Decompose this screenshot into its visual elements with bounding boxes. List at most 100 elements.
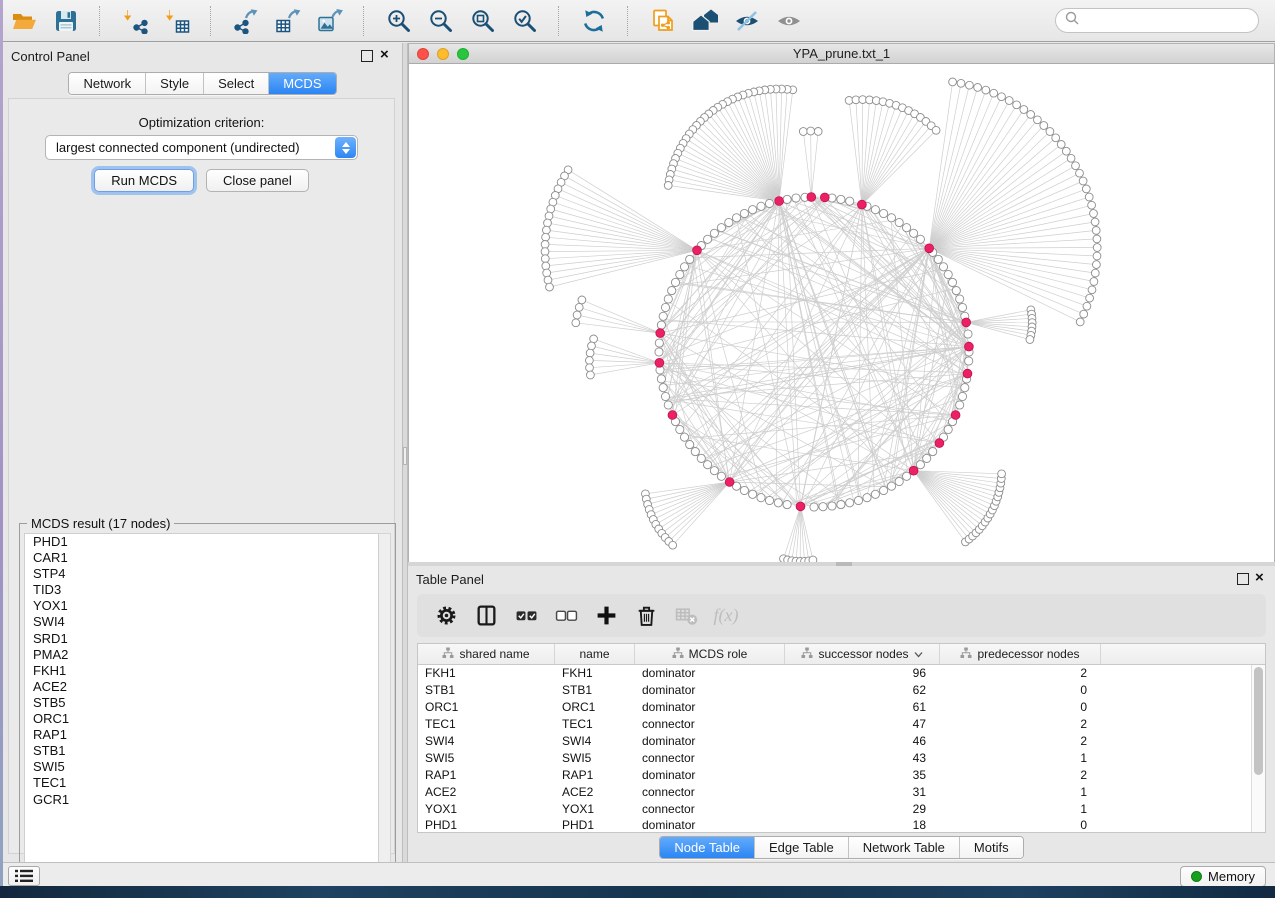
mcds-result-item[interactable]: TEC1 (25, 775, 379, 791)
table-row[interactable]: SWI4SWI4dominator462 (418, 733, 1265, 750)
zoom-fit-icon[interactable] (469, 7, 496, 34)
mcds-result-item[interactable]: FKH1 (25, 663, 379, 679)
import-network-icon[interactable] (121, 7, 148, 34)
table-scrollbar-thumb[interactable] (1254, 667, 1263, 775)
mcds-result-item[interactable]: ACE2 (25, 679, 379, 695)
cytoscape-window: Control Panel × NetworkStyleSelectMCDS O… (0, 0, 1275, 898)
tab-node-table[interactable]: Node Table (660, 837, 754, 858)
select-all-checkboxes-icon[interactable] (513, 603, 539, 629)
zoom-selected-icon[interactable] (511, 7, 538, 34)
list-icon (15, 869, 33, 883)
search-input[interactable] (1080, 12, 1254, 29)
hide-selected-icon[interactable] (733, 7, 760, 34)
table-row[interactable]: TEC1TEC1connector472 (418, 716, 1265, 733)
function-builder-disabled-icon[interactable]: f(x) (713, 603, 739, 629)
cell-MCDS-role: connector (635, 717, 785, 731)
table-panel-title: Table Panel (416, 572, 484, 587)
table-row[interactable]: ACE2ACE2connector311 (418, 783, 1265, 800)
import-table-icon[interactable] (163, 7, 190, 34)
table-row[interactable]: ORC1ORC1dominator610 (418, 699, 1265, 716)
mcds-result-list[interactable]: PHD1CAR1STP4TID3YOX1SWI4SRD1PMA2FKH1ACE2… (24, 533, 380, 891)
table-panel: Table Panel × f(x) shared namenameMCDS r… (408, 566, 1275, 862)
close-control-panel-button[interactable]: × (380, 46, 389, 64)
mcds-result-item[interactable]: PMA2 (25, 647, 379, 663)
delete-column-disabled-icon[interactable] (673, 603, 699, 629)
network-graph[interactable] (409, 64, 1274, 562)
mcds-result-item[interactable]: GCR1 (25, 792, 379, 808)
export-table-icon[interactable] (274, 7, 301, 34)
column-menu-chevron-icon[interactable] (914, 647, 923, 661)
column-header-name[interactable]: name (555, 644, 635, 664)
cell-shared-name: TEC1 (418, 717, 555, 731)
mcds-result-item[interactable]: YOX1 (25, 598, 379, 614)
table-scrollbar[interactable] (1251, 665, 1265, 832)
mcds-result-item[interactable]: STP4 (25, 566, 379, 582)
zoom-out-icon[interactable] (427, 7, 454, 34)
mcds-result-item[interactable]: RAP1 (25, 727, 379, 743)
close-mcds-panel-button[interactable]: Close panel (206, 169, 309, 192)
column-header-predecessor-nodes[interactable]: predecessor nodes (940, 644, 1101, 664)
control-panel-tabs: NetworkStyleSelectMCDS (3, 72, 402, 95)
table-row[interactable]: RAP1RAP1dominator352 (418, 766, 1265, 783)
status-bar: Memory (0, 862, 1275, 886)
mcds-result-item[interactable]: SWI4 (25, 614, 379, 630)
column-header-shared-name[interactable]: shared name (418, 644, 555, 664)
cell-successor-nodes: 35 (785, 768, 940, 782)
delete-row-icon[interactable] (633, 603, 659, 629)
deselect-all-checkboxes-icon[interactable] (553, 603, 579, 629)
zoom-in-icon[interactable] (385, 7, 412, 34)
close-table-panel-button[interactable]: × (1255, 569, 1264, 587)
tab-style[interactable]: Style (145, 73, 203, 94)
optimization-criterion-select[interactable]: largest connected component (undirected) (45, 135, 358, 160)
tab-network[interactable]: Network (69, 73, 145, 94)
tab-mcds[interactable]: MCDS (268, 73, 335, 94)
run-mcds-button[interactable]: Run MCDS (94, 169, 194, 192)
memory-button[interactable]: Memory (1180, 866, 1266, 887)
control-panel: Control Panel × NetworkStyleSelectMCDS O… (3, 43, 402, 862)
vertical-splitter-grip[interactable] (403, 447, 407, 465)
node-table-body: FKH1FKH1dominator962STB1STB1dominator620… (418, 665, 1265, 833)
export-image-icon[interactable] (316, 7, 343, 34)
cell-predecessor-nodes: 1 (940, 751, 1101, 765)
table-row[interactable]: FKH1FKH1dominator962 (418, 665, 1265, 682)
tab-motifs[interactable]: Motifs (959, 837, 1023, 858)
float-control-panel-button[interactable] (361, 50, 373, 62)
toggle-column-icon[interactable] (473, 603, 499, 629)
save-session-icon[interactable] (52, 7, 79, 34)
mcds-result-scrollbar[interactable] (378, 533, 391, 891)
network-window-titlebar[interactable]: YPA_prune.txt_1 (409, 44, 1274, 64)
network-canvas[interactable] (409, 64, 1274, 562)
tab-select[interactable]: Select (203, 73, 268, 94)
mcds-result-item[interactable]: PHD1 (25, 534, 379, 550)
tab-network-table[interactable]: Network Table (848, 837, 959, 858)
network-list-button[interactable] (8, 866, 40, 886)
table-row[interactable]: PHD1PHD1dominator180 (418, 817, 1265, 833)
column-header-successor-nodes[interactable]: successor nodes (785, 644, 940, 664)
add-row-icon[interactable] (593, 603, 619, 629)
clone-network-icon[interactable] (649, 7, 676, 34)
mcds-result-item[interactable]: STB1 (25, 743, 379, 759)
show-selected-icon[interactable] (775, 7, 802, 34)
table-row[interactable]: YOX1YOX1connector291 (418, 800, 1265, 817)
mcds-result-item[interactable]: TID3 (25, 582, 379, 598)
refresh-network-icon[interactable] (580, 7, 607, 34)
open-session-icon[interactable] (10, 7, 37, 34)
mcds-result-item[interactable]: SRD1 (25, 631, 379, 647)
optimization-criterion-label: Optimization criterion: (9, 115, 394, 130)
table-settings-gear-icon[interactable] (433, 603, 459, 629)
column-header-MCDS-role[interactable]: MCDS role (635, 644, 785, 664)
show-all-networks-icon[interactable] (691, 7, 718, 34)
float-table-panel-button[interactable] (1237, 573, 1249, 585)
search-box[interactable] (1055, 8, 1259, 33)
mcds-result-item[interactable]: CAR1 (25, 550, 379, 566)
cell-name: RAP1 (555, 768, 635, 782)
search-icon (1064, 10, 1080, 31)
table-row[interactable]: STB1STB1dominator620 (418, 682, 1265, 699)
table-row[interactable]: SWI5SWI5connector431 (418, 749, 1265, 766)
toolbar-separator (558, 6, 560, 36)
mcds-result-item[interactable]: SWI5 (25, 759, 379, 775)
mcds-result-item[interactable]: STB5 (25, 695, 379, 711)
tab-edge-table[interactable]: Edge Table (754, 837, 848, 858)
mcds-result-item[interactable]: ORC1 (25, 711, 379, 727)
export-network-icon[interactable] (232, 7, 259, 34)
